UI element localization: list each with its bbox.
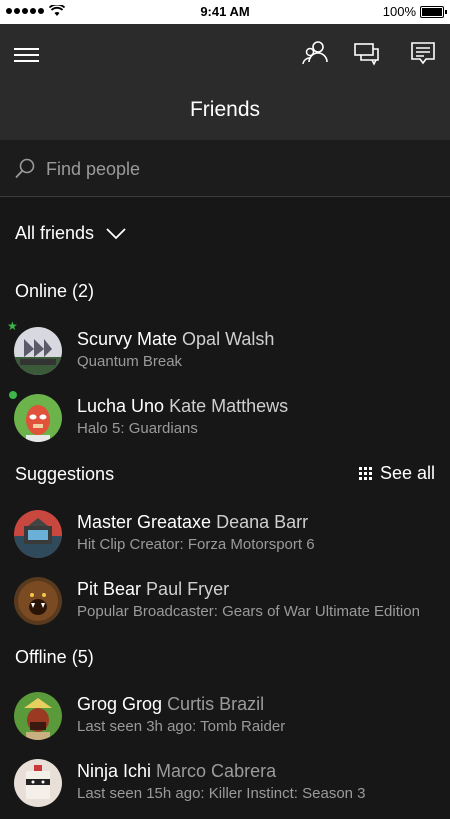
gamertag: Ninja Ichi bbox=[77, 761, 152, 781]
suggestion-reason: Popular Broadcaster: Gears of War Ultima… bbox=[77, 603, 420, 620]
filter-label: All friends bbox=[15, 223, 95, 243]
real-name: Kate Matthews bbox=[169, 396, 289, 416]
gamertag: Master Greataxe bbox=[77, 512, 212, 532]
avatar bbox=[14, 692, 62, 740]
search-bar[interactable] bbox=[0, 140, 450, 197]
section-online-label: Online bbox=[15, 281, 68, 301]
battery-indicator: 100% bbox=[382, 4, 447, 19]
section-offline-count: (5) bbox=[71, 647, 94, 667]
suggestion-row[interactable]: Pit Bear Paul Fryer Popular Broadcaster:… bbox=[0, 577, 450, 637]
app-header: Friends bbox=[0, 24, 450, 140]
section-suggestions-label: Suggestions bbox=[15, 464, 115, 484]
messages-icon[interactable] bbox=[408, 38, 438, 68]
avatar bbox=[14, 577, 62, 625]
real-name: Deana Barr bbox=[216, 512, 309, 532]
see-all-button[interactable]: See all bbox=[358, 463, 435, 484]
people-icon[interactable] bbox=[300, 38, 330, 68]
friend-row[interactable]: ★ Scurvy Mate Opal Walsh Quantum Break bbox=[0, 319, 450, 387]
friend-row[interactable]: Lucha Uno Kate Matthews Halo 5: Guardian… bbox=[0, 391, 450, 454]
favorite-star-icon: ★ bbox=[7, 319, 18, 333]
search-icon bbox=[15, 158, 35, 179]
friend-name: Grog Grog Curtis Brazil bbox=[77, 694, 264, 715]
gamertag: Pit Bear bbox=[77, 579, 142, 599]
friend-name: Ninja Ichi Marco Cabrera bbox=[77, 761, 276, 782]
section-online: Online (2) bbox=[15, 281, 94, 302]
friend-row[interactable]: Grog Grog Curtis Brazil Last seen 3h ago… bbox=[0, 692, 450, 752]
avatar bbox=[14, 394, 62, 442]
section-online-count: (2) bbox=[72, 281, 95, 301]
section-offline: Offline (5) bbox=[15, 647, 94, 668]
grid-icon bbox=[358, 467, 372, 480]
search-input[interactable] bbox=[44, 154, 428, 184]
avatar bbox=[14, 510, 62, 558]
avatar bbox=[14, 327, 62, 375]
battery-percent: 100% bbox=[382, 4, 416, 19]
section-offline-label: Offline bbox=[15, 647, 67, 667]
last-seen: Last seen 3h ago: Tomb Raider bbox=[77, 718, 286, 735]
status-bar: 9:41 AM 100% bbox=[0, 0, 450, 24]
see-all-label: See all bbox=[379, 463, 435, 483]
friend-activity: Halo 5: Guardians bbox=[77, 420, 198, 437]
friend-name: Master Greataxe Deana Barr bbox=[77, 512, 308, 533]
conversations-icon[interactable] bbox=[352, 38, 382, 68]
friends-filter-dropdown[interactable]: All friends bbox=[15, 223, 126, 244]
friend-activity: Quantum Break bbox=[77, 353, 183, 370]
last-seen: Last seen 15h ago: Killer Instinct: Seas… bbox=[77, 785, 366, 802]
friend-row[interactable]: Ninja Ichi Marco Cabrera Last seen 15h a… bbox=[0, 759, 450, 819]
battery-icon bbox=[420, 5, 447, 18]
real-name: Marco Cabrera bbox=[156, 761, 277, 781]
friend-name: Pit Bear Paul Fryer bbox=[77, 579, 229, 600]
gamertag: Scurvy Mate bbox=[77, 329, 178, 349]
real-name: Opal Walsh bbox=[182, 329, 275, 349]
chevron-down-icon bbox=[106, 227, 126, 239]
suggestion-reason: Hit Clip Creator: Forza Motorsport 6 bbox=[77, 536, 315, 553]
real-name: Curtis Brazil bbox=[167, 694, 265, 714]
friend-name: Scurvy Mate Opal Walsh bbox=[77, 329, 274, 350]
gamertag: Grog Grog bbox=[77, 694, 163, 714]
page-title: Friends bbox=[189, 98, 261, 121]
gamertag: Lucha Uno bbox=[77, 396, 165, 416]
menu-icon[interactable] bbox=[14, 44, 40, 64]
online-presence-indicator bbox=[9, 391, 17, 399]
suggestion-row[interactable]: Master Greataxe Deana Barr Hit Clip Crea… bbox=[0, 510, 450, 570]
real-name: Paul Fryer bbox=[146, 579, 230, 599]
friend-name: Lucha Uno Kate Matthews bbox=[77, 396, 288, 417]
section-suggestions: Suggestions bbox=[15, 464, 114, 485]
